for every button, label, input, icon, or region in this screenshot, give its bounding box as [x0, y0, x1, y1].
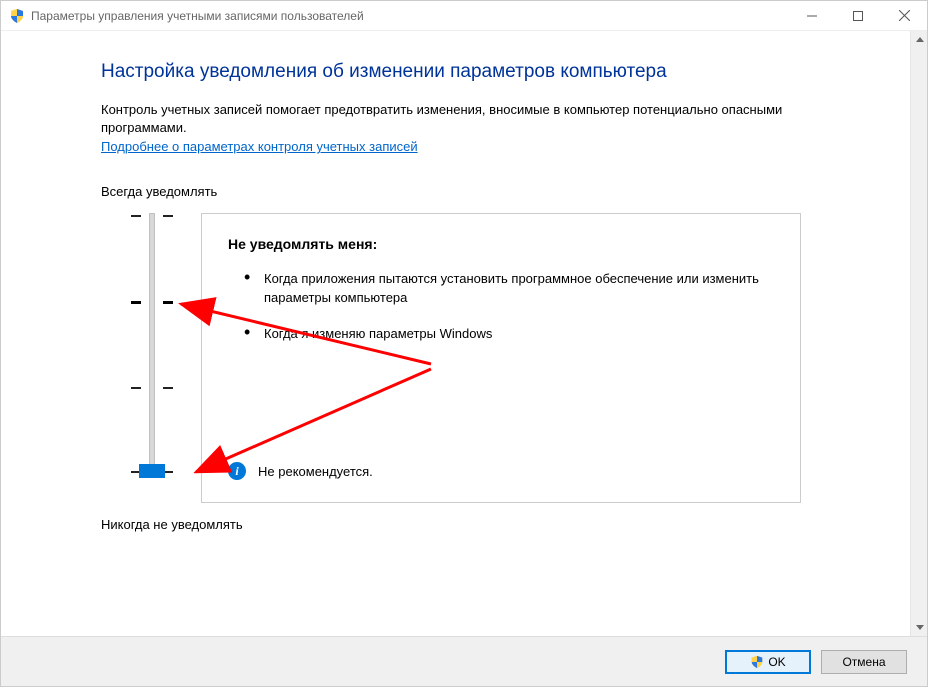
slider-tick	[131, 215, 141, 217]
info-bullet: Когда приложения пытаются установить про…	[244, 270, 774, 306]
slider-tick	[131, 387, 141, 389]
scroll-up-icon[interactable]	[911, 31, 928, 48]
slider-tick	[163, 215, 173, 217]
info-bullet: Когда я изменяю параметры Windows	[244, 325, 774, 343]
window-title: Параметры управления учетными записями п…	[31, 9, 789, 23]
slider-thumb[interactable]	[139, 464, 165, 478]
learn-more-link[interactable]: Подробнее о параметрах контроля учетных …	[101, 139, 418, 154]
scrollbar[interactable]	[910, 31, 927, 636]
cancel-button-label: Отмена	[842, 655, 885, 669]
recommendation-text: Не рекомендуется.	[258, 464, 373, 479]
slider-area: Всегда уведомлять Не уведомлять меня: Ко…	[101, 184, 801, 532]
recommendation-row: i Не рекомендуется.	[228, 462, 373, 480]
titlebar: Параметры управления учетными записями п…	[1, 1, 927, 31]
shield-icon	[9, 8, 25, 24]
ok-button-label: OK	[768, 655, 785, 669]
content-area: Настройка уведомления об изменении парам…	[1, 31, 910, 636]
info-panel: Не уведомлять меня: Когда приложения пыт…	[201, 213, 801, 503]
info-bullets: Когда приложения пытаются установить про…	[228, 270, 774, 343]
info-title: Не уведомлять меня:	[228, 236, 774, 252]
info-icon: i	[228, 462, 246, 480]
slider-bottom-label: Никогда не уведомлять	[101, 517, 801, 532]
slider-top-label: Всегда уведомлять	[101, 184, 801, 199]
uac-slider[interactable]	[101, 213, 201, 503]
shield-icon	[750, 655, 764, 669]
slider-tick	[163, 301, 173, 304]
page-title: Настройка уведомления об изменении парам…	[101, 61, 850, 83]
minimize-button[interactable]	[789, 1, 835, 30]
footer: OK Отмена	[1, 636, 927, 686]
window-controls	[789, 1, 927, 30]
close-button[interactable]	[881, 1, 927, 30]
slider-tick	[131, 301, 141, 304]
ok-button[interactable]: OK	[725, 650, 811, 674]
page-description: Контроль учетных записей помогает предот…	[101, 101, 850, 137]
slider-tick	[163, 387, 173, 389]
maximize-button[interactable]	[835, 1, 881, 30]
slider-track	[149, 213, 155, 475]
scroll-down-icon[interactable]	[911, 619, 928, 636]
cancel-button[interactable]: Отмена	[821, 650, 907, 674]
